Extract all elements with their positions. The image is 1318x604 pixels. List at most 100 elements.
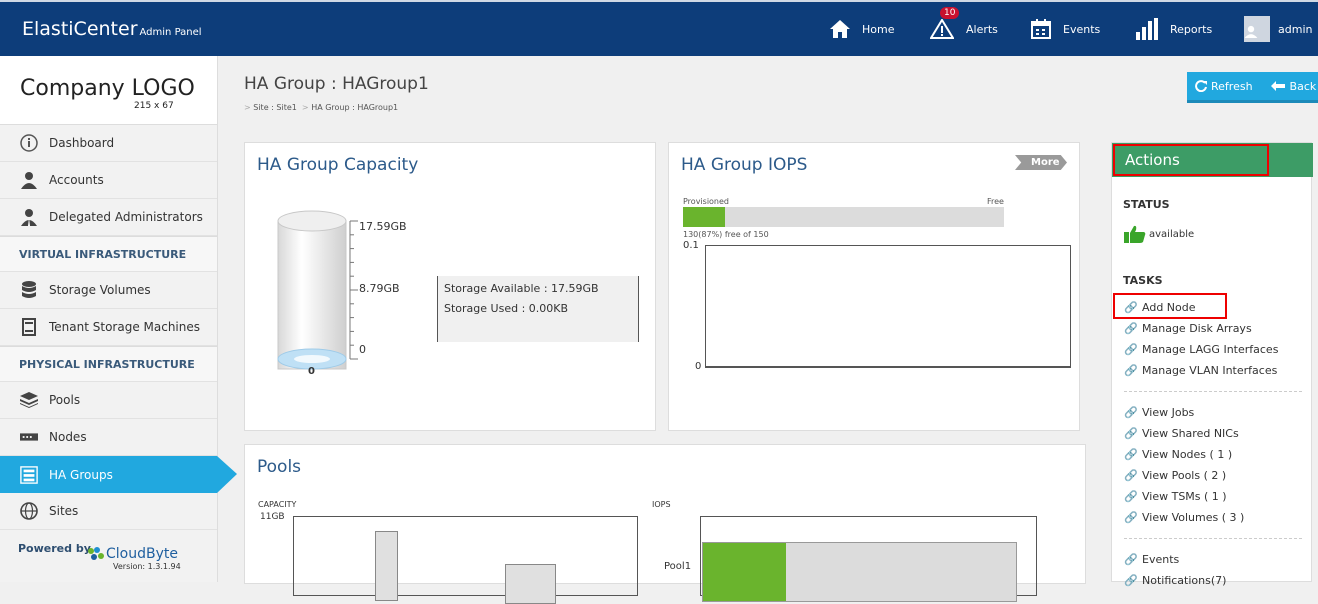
sidebar-item-sites[interactable]: Sites (0, 493, 217, 530)
link-icon: 🔗 (1124, 574, 1138, 587)
pools-capacity-chart (293, 516, 638, 604)
status-row: available (1124, 225, 1194, 243)
iops-axis-bottom: 0 (695, 361, 702, 372)
pools-panel: Pools CAPACITY 11GB IOPS Pool1 (244, 444, 1086, 604)
sidebar-item-label: Pools (49, 393, 81, 407)
task-manage-vlan-interfaces[interactable]: 🔗 Manage VLAN Interfaces (1124, 364, 1277, 377)
iops-progress-bar (683, 207, 1004, 227)
task-add-node[interactable]: 🔗 Add Node (1124, 301, 1196, 314)
sidebar-item-pools[interactable]: Pools (0, 382, 217, 419)
layers-icon (20, 391, 38, 409)
calendar-icon (1031, 19, 1051, 39)
sidebar-item-dashboard[interactable]: Dashboard (0, 125, 217, 162)
link-icon: 🔗 (1124, 490, 1138, 503)
nav-reports-label: Reports (1170, 22, 1213, 36)
capacity-cylinder (277, 210, 358, 370)
capacity-scale-top: 17.59GB (359, 220, 407, 233)
provisioned-label: Provisioned (683, 197, 730, 206)
more-label: More (1031, 157, 1060, 168)
link-icon: 🔗 (1124, 553, 1138, 566)
pools-capacity-label: CAPACITY (258, 500, 297, 509)
node-icon (20, 428, 38, 446)
capacity-panel-title: HA Group Capacity (257, 155, 419, 175)
brand: ElastiCenter Admin Panel (22, 18, 202, 40)
bar-chart-icon (1136, 18, 1158, 40)
breadcrumb-ha-group[interactable]: HA Group : HAGroup1 (311, 103, 398, 112)
section-virtual-infrastructure: VIRTUAL INFRASTRUCTURE (0, 236, 217, 272)
notifications-link[interactable]: 🔗 Notifications(7) (1124, 574, 1226, 587)
view-label: View Pools ( 2 ) (1142, 469, 1227, 482)
view-volumes-link[interactable]: 🔗 View Volumes ( 3 ) (1124, 511, 1244, 524)
view-label: View Shared NICs (1142, 427, 1239, 440)
breadcrumb-separator-icon: > (244, 103, 251, 112)
powered-by-label: Powered by (18, 542, 91, 555)
actions-divider (1124, 538, 1302, 539)
status-label: STATUS (1123, 198, 1170, 211)
link-icon: 🔗 (1124, 448, 1138, 461)
nav-reports[interactable]: Reports (1136, 12, 1212, 46)
task-manage-disk-arrays[interactable]: 🔗 Manage Disk Arrays (1124, 322, 1252, 335)
sidebar-item-nodes[interactable]: Nodes (0, 419, 217, 456)
alert-icon (930, 19, 954, 39)
section-physical-infrastructure: PHYSICAL INFRASTRUCTURE (0, 346, 217, 382)
top-bar: ElastiCenter Admin Panel Home 10 Alerts E… (0, 0, 1318, 56)
view-label: View Volumes ( 3 ) (1142, 511, 1245, 524)
brand-subtitle: Admin Panel (139, 27, 202, 38)
events-link[interactable]: 🔗 Events (1124, 553, 1179, 566)
sidebar-item-delegated-administrators[interactable]: Delegated Administrators (0, 199, 217, 236)
sidebar-item-ha-groups[interactable]: HA Groups (0, 456, 237, 493)
tasks-label: TASKS (1123, 274, 1163, 287)
iops-provisioned-fill (683, 207, 725, 227)
view-jobs-link[interactable]: 🔗 View Jobs (1124, 406, 1194, 419)
logo-text: Company LOGO (20, 76, 195, 101)
task-label: Manage Disk Arrays (1142, 322, 1252, 335)
link-icon: 🔗 (1124, 406, 1138, 419)
pool-iops-provisioned (703, 543, 786, 601)
refresh-button[interactable]: Refresh (1195, 80, 1253, 93)
sidebar-item-label: Accounts (49, 173, 104, 187)
breadcrumb-site[interactable]: Site : Site1 (253, 103, 297, 112)
breadcrumb: > Site : Site1 > HA Group : HAGroup1 (244, 103, 398, 112)
task-label: Manage VLAN Interfaces (1142, 364, 1278, 377)
view-tsms-link[interactable]: 🔗 View TSMs ( 1 ) (1124, 490, 1227, 503)
view-label: View Nodes ( 1 ) (1142, 448, 1233, 461)
sidebar-item-storage-volumes[interactable]: Storage Volumes (0, 272, 217, 309)
sidebar: Company LOGO 215 x 67 Dashboard Accounts… (0, 56, 237, 582)
sidebar-item-label: HA Groups (49, 467, 113, 482)
view-label: View TSMs ( 1 ) (1142, 490, 1227, 503)
capacity-scale-mid: 8.79GB (359, 282, 400, 295)
vendor-name: CloudByte (106, 546, 178, 562)
view-label: Notifications(7) (1142, 574, 1227, 587)
more-button[interactable]: More (1015, 155, 1067, 170)
version-text: Version: 1.3.1.94 (113, 562, 181, 571)
actions-header: Actions (1112, 143, 1313, 177)
alerts-count-badge: 10 (940, 7, 960, 19)
info-icon (20, 134, 38, 152)
sidebar-item-label: Sites (49, 504, 79, 518)
nav-home-label: Home (862, 22, 895, 36)
nav-alerts[interactable]: 10 Alerts (930, 7, 998, 46)
sidebar-item-tenant-storage-machines[interactable]: Tenant Storage Machines (0, 309, 217, 346)
back-button[interactable]: Back (1270, 80, 1316, 93)
task-manage-lagg-interfaces[interactable]: 🔗 Manage LAGG Interfaces (1124, 343, 1278, 356)
nav-events[interactable]: Events (1031, 12, 1100, 46)
nav-home[interactable]: Home (830, 12, 894, 46)
nav-events-label: Events (1063, 22, 1101, 36)
link-icon: 🔗 (1124, 427, 1138, 440)
user-icon (20, 171, 38, 189)
brand-name: ElastiCenter (22, 18, 138, 40)
free-label: Free (987, 197, 1004, 206)
view-pools-link[interactable]: 🔗 View Pools ( 2 ) (1124, 469, 1226, 482)
link-icon: 🔗 (1124, 322, 1138, 335)
task-label: Add Node (1142, 301, 1196, 314)
breadcrumb-separator-icon: > (299, 103, 309, 112)
sidebar-item-accounts[interactable]: Accounts (0, 162, 217, 199)
view-shared-nics-link[interactable]: 🔗 View Shared NICs (1124, 427, 1239, 440)
link-icon: 🔗 (1124, 301, 1138, 314)
nav-user-menu[interactable]: admin (1244, 12, 1312, 46)
view-nodes-link[interactable]: 🔗 View Nodes ( 1 ) (1124, 448, 1232, 461)
sidebar-item-label: Tenant Storage Machines (49, 320, 201, 334)
sidebar-item-label: Delegated Administrators (49, 210, 203, 224)
user-avatar (1244, 16, 1270, 42)
view-label: View Jobs (1142, 406, 1195, 419)
